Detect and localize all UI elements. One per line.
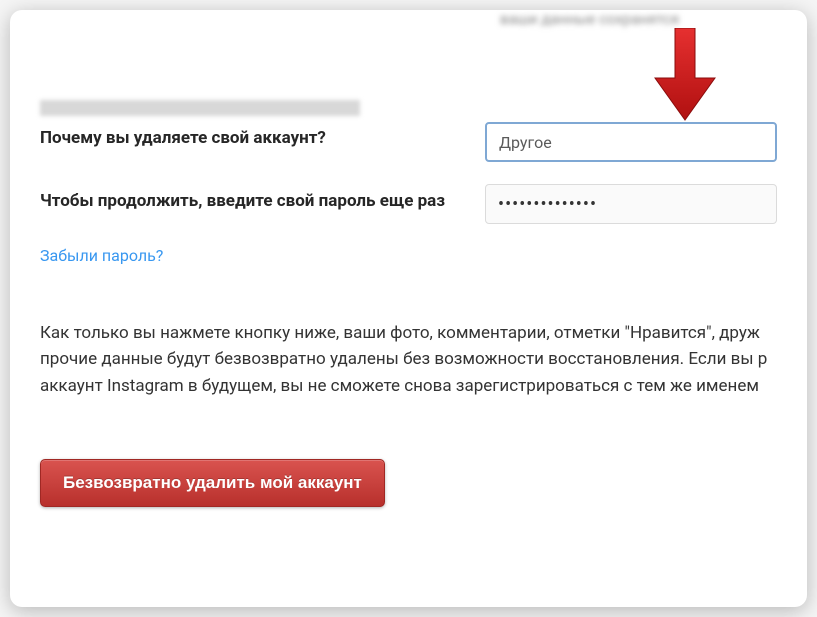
delete-account-panel: ваши данные сохранятся Почему вы удаляет… (10, 10, 807, 607)
password-row: Чтобы продолжить, введите свой пароль ещ… (40, 184, 777, 224)
reason-label: Почему вы удаляете свой аккаунт? (40, 122, 485, 148)
password-value: •••••••••••••• (498, 194, 597, 215)
password-label: Чтобы продолжить, введите свой пароль ещ… (40, 184, 485, 213)
password-field[interactable]: •••••••••••••• (485, 184, 777, 224)
forgot-password-link[interactable]: Забыли пароль? (40, 246, 777, 265)
arrow-down-icon (650, 28, 720, 127)
cutoff-text-top: ваши данные сохранятся (40, 10, 777, 30)
warning-text: Как только вы нажмете кнопку ниже, ваши … (40, 320, 777, 399)
reason-row: Почему вы удаляете свой аккаунт? Другое (40, 122, 777, 162)
reason-select[interactable]: Другое (485, 122, 777, 162)
reason-select-value: Другое (499, 133, 552, 152)
redacted-bar (40, 100, 360, 116)
delete-account-button[interactable]: Безвозвратно удалить мой аккаунт (40, 459, 385, 507)
